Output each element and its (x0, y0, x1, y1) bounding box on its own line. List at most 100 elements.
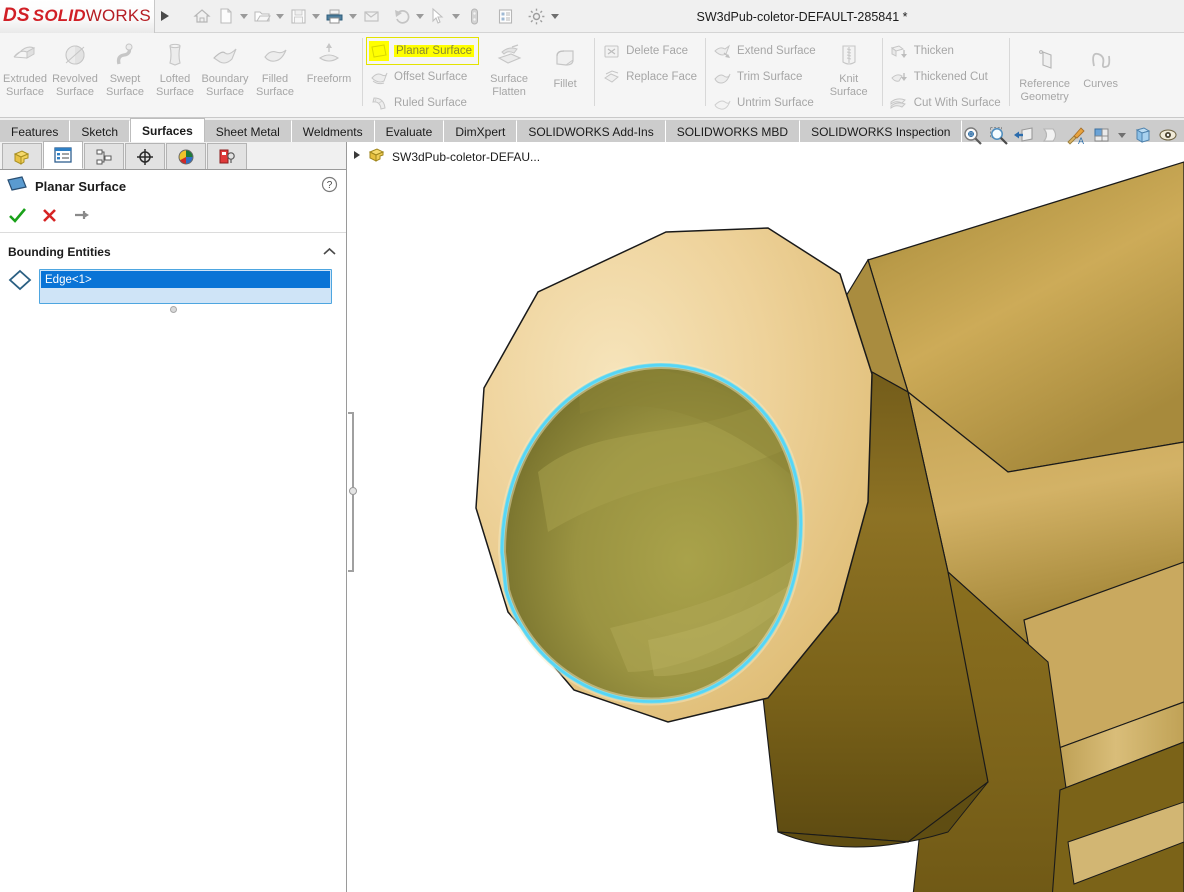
tab-features[interactable]: Features (0, 120, 70, 142)
menu-expand-button[interactable] (155, 0, 175, 33)
delete-face-button[interactable]: Delete Face (599, 38, 701, 64)
select-cursor-icon[interactable] (426, 2, 450, 30)
zoom-to-area-icon[interactable] (986, 122, 1010, 148)
print-preview-icon[interactable] (359, 2, 383, 30)
options-gear-icon[interactable] (524, 2, 549, 30)
bounding-entities-label: Bounding Entities (8, 245, 111, 259)
lofted-surface-button[interactable]: Lofted Surface (150, 33, 200, 113)
zoom-to-fit-icon[interactable] (960, 122, 984, 148)
tab-sheet-metal[interactable]: Sheet Metal (205, 120, 292, 142)
previous-view-icon[interactable] (1012, 122, 1036, 148)
print-dropdown[interactable] (347, 2, 359, 30)
extend-surface-button[interactable]: Extend Surface (710, 38, 820, 64)
property-manager-panel: Planar Surface ? Bounding Entities (0, 142, 347, 892)
feature-tree-root-label[interactable]: SW3dPub-coletor-DEFAU... (392, 150, 540, 164)
chevron-up-icon[interactable] (323, 245, 336, 259)
ribbon-group-edit: Extend Surface Trim Surface Untrim Surfa… (710, 33, 820, 116)
title-bar: DSSOLIDWORKS (0, 0, 1184, 33)
undo-icon[interactable] (390, 2, 414, 30)
view-orientation-dropdown[interactable] (1116, 122, 1128, 148)
tab-sketch[interactable]: Sketch (70, 120, 130, 142)
reference-geometry-label: Reference Geometry (1019, 78, 1070, 103)
appearance-manager-tab[interactable] (207, 143, 247, 169)
save-icon[interactable] (286, 2, 310, 30)
open-folder-icon[interactable] (250, 2, 274, 30)
offset-surface-button[interactable]: Offset Surface (367, 64, 478, 90)
view-orientation-icon[interactable] (1090, 122, 1114, 148)
undo-dropdown[interactable] (414, 2, 426, 30)
help-icon[interactable]: ? (321, 176, 338, 198)
tab-solidworks-add-ins[interactable]: SOLIDWORKS Add-Ins (517, 120, 665, 142)
untrim-surface-button[interactable]: Untrim Surface (710, 90, 820, 116)
display-manager-tab[interactable] (166, 143, 206, 169)
rebuild-icon[interactable] (462, 2, 486, 30)
filled-surface-button[interactable]: Filled Surface (250, 33, 300, 113)
cut-with-surface-label: Cut With Surface (914, 97, 1001, 109)
selection-list-box[interactable]: Edge<1> (39, 269, 332, 304)
panel-splitter[interactable] (348, 412, 358, 572)
tab-solidworks-mbd[interactable]: SOLIDWORKS MBD (666, 120, 800, 142)
freeform-button[interactable]: Freeform (300, 33, 358, 113)
open-dropdown[interactable] (274, 2, 286, 30)
selection-box-resize-handle[interactable] (0, 306, 346, 313)
trim-surface-button[interactable]: Trim Surface (710, 64, 820, 90)
surface-flatten-button[interactable]: Surface Flatten (478, 33, 540, 113)
boundary-surface-button[interactable]: Boundary Surface (200, 33, 250, 113)
new-document-dropdown[interactable] (238, 2, 250, 30)
replace-face-icon (601, 67, 621, 87)
reference-geometry-button[interactable]: Reference Geometry (1014, 38, 1076, 118)
keep-visible-pin-icon[interactable] (72, 207, 91, 229)
tab-surfaces[interactable]: Surfaces (130, 118, 205, 142)
graphics-area[interactable]: SW3dPub-coletor-DEFAU... (348, 142, 1184, 892)
curves-group: Curves (1076, 33, 1126, 118)
expand-triangle-icon[interactable] (352, 148, 362, 166)
ruled-surface-button[interactable]: Ruled Surface (367, 90, 478, 116)
tab-weldments[interactable]: Weldments (292, 120, 375, 142)
feature-manager-tab[interactable] (2, 143, 42, 169)
property-manager-header: Planar Surface ? (0, 170, 346, 203)
splitter-grip-handle[interactable] (349, 487, 357, 495)
swept-surface-button[interactable]: Swept Surface (100, 33, 150, 113)
file-properties-icon[interactable] (493, 2, 517, 30)
3d-model-viewport[interactable] (348, 142, 1184, 892)
thicken-label: Thicken (914, 45, 954, 57)
extend-surface-label: Extend Surface (737, 45, 816, 57)
revolved-surface-button[interactable]: Revolved Surface (50, 33, 100, 113)
options-dropdown[interactable] (549, 2, 561, 30)
bounding-entities-section-header[interactable]: Bounding Entities (0, 239, 346, 265)
thickened-cut-button[interactable]: Thickened Cut (887, 64, 1005, 90)
print-icon[interactable] (322, 2, 347, 30)
edit-appearance-icon[interactable]: A (1064, 122, 1088, 148)
property-manager-tab[interactable] (43, 141, 83, 169)
home-icon[interactable] (190, 2, 214, 30)
tab-evaluate[interactable]: Evaluate (375, 120, 445, 142)
feature-tree-flyout[interactable]: SW3dPub-coletor-DEFAU... (352, 146, 540, 168)
configuration-manager-tab[interactable] (84, 143, 124, 169)
selection-list-item[interactable]: Edge<1> (41, 271, 330, 288)
display-style-icon[interactable] (1130, 122, 1154, 148)
cancel-button[interactable] (41, 207, 58, 229)
section-view-icon[interactable] (1038, 122, 1062, 148)
curves-label: Curves (1083, 78, 1118, 91)
selection-list-empty-row[interactable] (41, 288, 330, 302)
extruded-surface-button[interactable]: Extruded Surface (0, 33, 50, 113)
knit-surface-button[interactable]: Knit Surface (820, 33, 878, 113)
knit-surface-icon (834, 38, 864, 72)
save-dropdown[interactable] (310, 2, 322, 30)
fillet-button[interactable]: Fillet (540, 38, 590, 118)
curves-button[interactable]: Curves (1076, 38, 1126, 118)
tab-solidworks-inspection[interactable]: SOLIDWORKS Inspection (800, 120, 962, 142)
ok-button[interactable] (8, 207, 27, 229)
select-dropdown[interactable] (450, 2, 462, 30)
tab-dimxpert[interactable]: DimXpert (444, 120, 517, 142)
thicken-button[interactable]: Thicken (887, 38, 1005, 64)
dimxpert-manager-tab[interactable] (125, 143, 165, 169)
ribbon-separator (705, 38, 706, 106)
extruded-surface-label: Extruded Surface (3, 73, 47, 98)
hide-show-items-icon[interactable] (1156, 122, 1180, 148)
replace-face-button[interactable]: Replace Face (599, 64, 701, 90)
cut-with-surface-button[interactable]: Cut With Surface (887, 90, 1005, 116)
planar-surface-button[interactable]: Planar Surface (367, 38, 478, 64)
new-document-icon[interactable] (214, 2, 238, 30)
svg-text:A: A (1078, 136, 1084, 145)
